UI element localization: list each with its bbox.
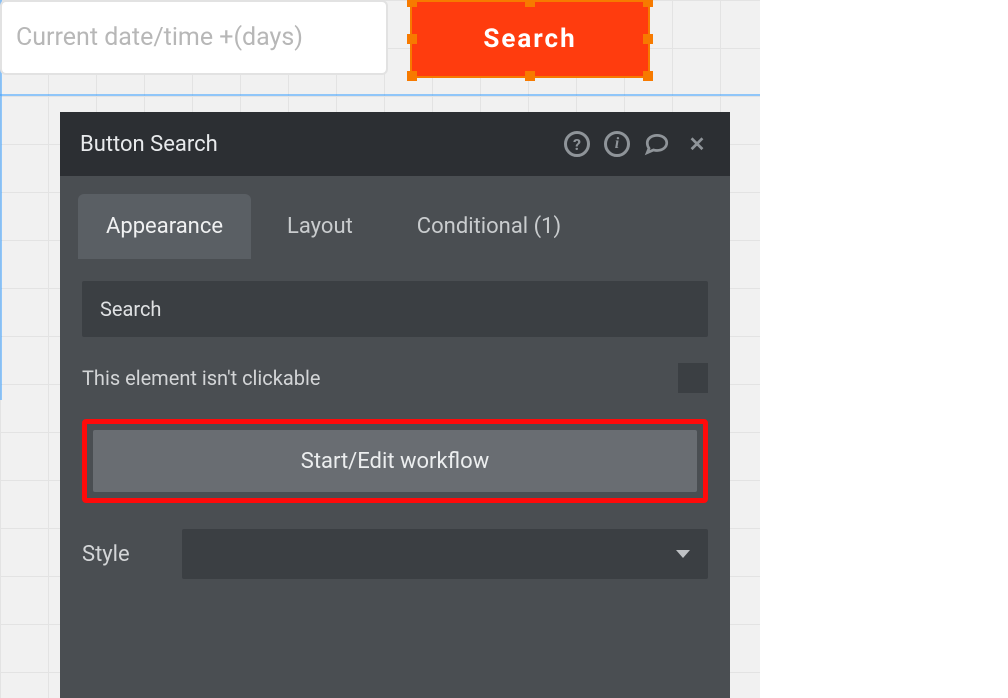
resize-handle[interactable]: [407, 71, 417, 81]
help-icon[interactable]: ?: [564, 131, 590, 157]
tab-layout[interactable]: Layout: [259, 194, 381, 259]
datetime-input[interactable]: Current date/time +(days): [0, 0, 388, 75]
caption-value: Search: [100, 297, 161, 321]
resize-handle[interactable]: [643, 34, 653, 44]
resize-handle[interactable]: [643, 0, 653, 7]
comment-icon[interactable]: [644, 131, 670, 157]
resize-handle[interactable]: [407, 34, 417, 44]
close-icon[interactable]: ✕: [684, 131, 710, 157]
tab-appearance[interactable]: Appearance: [78, 194, 251, 259]
property-editor[interactable]: Button Search ? i ✕ Appearance Layout Co…: [60, 112, 730, 698]
resize-handle[interactable]: [525, 71, 535, 81]
search-button-label: Search: [483, 24, 576, 54]
style-label: Style: [82, 542, 162, 567]
clickable-checkbox[interactable]: [678, 363, 708, 393]
datetime-placeholder: Current date/time +(days): [16, 23, 303, 52]
resize-handle[interactable]: [643, 71, 653, 81]
resize-handle[interactable]: [407, 0, 417, 7]
tab-conditional[interactable]: Conditional (1): [389, 194, 589, 259]
info-icon[interactable]: i: [604, 131, 630, 157]
tabs: Appearance Layout Conditional (1): [60, 176, 730, 259]
resize-handle[interactable]: [525, 0, 535, 7]
clickable-label: This element isn't clickable: [82, 366, 320, 390]
chevron-down-icon: [676, 550, 690, 558]
panel-title: Button Search: [80, 132, 218, 157]
start-edit-workflow-button[interactable]: Start/Edit workflow: [93, 430, 697, 492]
panel-header[interactable]: Button Search ? i ✕: [60, 112, 730, 176]
workflow-highlight: Start/Edit workflow: [82, 419, 708, 503]
style-row: Style: [82, 529, 708, 579]
workflow-button-label: Start/Edit workflow: [301, 449, 489, 474]
clickable-row: This element isn't clickable: [82, 363, 708, 393]
style-dropdown[interactable]: [182, 529, 708, 579]
search-button-element[interactable]: Search: [410, 0, 650, 78]
caption-input[interactable]: Search: [82, 281, 708, 337]
